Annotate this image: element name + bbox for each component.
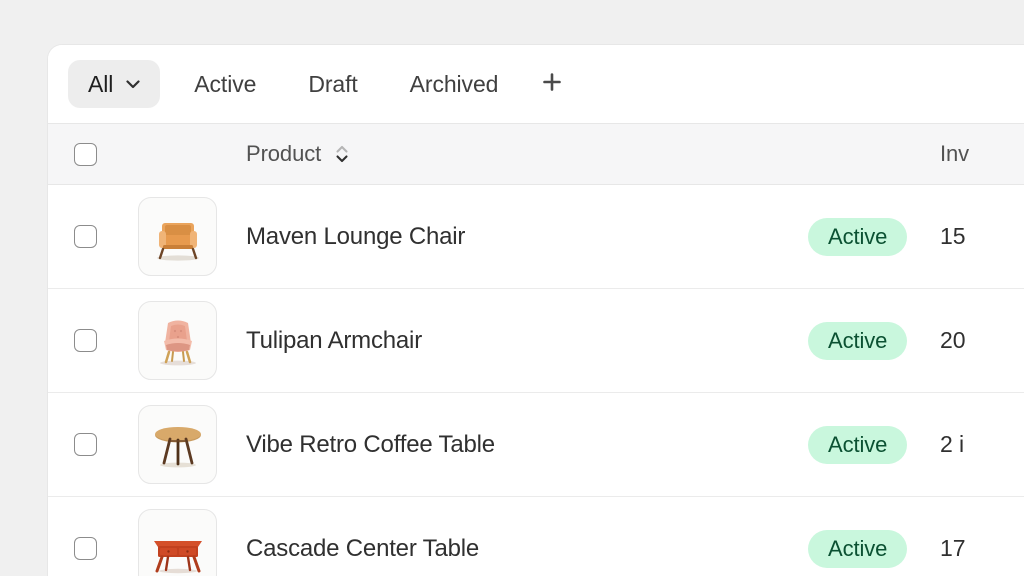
select-all-checkbox[interactable] — [74, 142, 97, 166]
row-thumbnail-cell — [136, 301, 239, 380]
row-checkbox[interactable] — [74, 537, 97, 560]
table-header-row: Product Inv — [48, 123, 1024, 185]
table-row[interactable]: Maven Lounge Chair Active 15 — [48, 185, 1024, 289]
column-header-product-label: Product — [246, 141, 322, 166]
armchair-pink-thumbnail — [138, 301, 217, 380]
plus-icon — [540, 70, 564, 99]
table-row[interactable]: Vibe Retro Coffee Table Active 2 i — [48, 393, 1024, 497]
inventory-value: 2 i — [940, 431, 964, 457]
row-name-cell: Cascade Center Table — [239, 535, 808, 563]
tab-active[interactable]: Active — [176, 60, 274, 108]
product-name: Maven Lounge Chair — [246, 222, 466, 250]
row-select-cell — [48, 329, 136, 352]
chevron-down-icon — [123, 74, 143, 94]
tab-draft[interactable]: Draft — [290, 60, 375, 108]
round-wood-table-thumbnail — [138, 405, 217, 484]
product-name: Cascade Center Table — [246, 534, 480, 562]
status-badge: Active — [808, 425, 908, 464]
status-badge: Active — [808, 529, 908, 568]
row-checkbox[interactable] — [74, 433, 97, 456]
table-row[interactable]: Cascade Center Table Active 17 — [48, 497, 1024, 576]
row-select-cell — [48, 537, 136, 560]
tab-archived-label: Archived — [409, 70, 499, 97]
row-thumbnail-cell — [136, 197, 239, 276]
row-checkbox[interactable] — [74, 329, 97, 352]
column-header-inventory[interactable]: Inv — [940, 141, 969, 166]
tab-archived[interactable]: Archived — [392, 60, 517, 108]
row-checkbox[interactable] — [74, 225, 97, 248]
row-thumbnail-cell — [136, 405, 239, 484]
row-status-cell: Active — [808, 217, 928, 256]
status-badge: Active — [808, 321, 908, 360]
row-name-cell: Vibe Retro Coffee Table — [239, 431, 808, 459]
status-badge: Active — [808, 217, 908, 256]
select-all-cell — [48, 142, 136, 166]
tab-draft-label: Draft — [308, 70, 358, 97]
tab-active-label: Active — [194, 70, 257, 97]
products-table: Product Inv Maven Lounge Chair Active 15… — [48, 123, 1024, 576]
row-inventory-cell: 20 — [928, 327, 1024, 354]
table-row[interactable]: Tulipan Armchair Active 20 — [48, 289, 1024, 393]
header-product-cell: Product — [239, 141, 808, 167]
app-root: All Active Draft Archived Product Inv Ma… — [0, 0, 1024, 576]
products-card: All Active Draft Archived Product Inv Ma… — [48, 45, 1024, 576]
row-inventory-cell: 17 — [928, 535, 1024, 562]
inventory-value: 17 — [940, 535, 966, 561]
inventory-value: 15 — [940, 223, 966, 249]
inventory-value: 20 — [940, 327, 966, 353]
tab-all-label: All — [88, 70, 114, 97]
red-console-table-thumbnail — [138, 509, 217, 576]
row-thumbnail-cell — [136, 509, 239, 576]
tab-all[interactable]: All — [68, 60, 161, 108]
product-name: Vibe Retro Coffee Table — [246, 430, 495, 458]
row-status-cell: Active — [808, 529, 928, 568]
header-inventory-cell: Inv — [928, 141, 1024, 167]
row-select-cell — [48, 225, 136, 248]
sofa-tan-thumbnail — [138, 197, 217, 276]
product-name: Tulipan Armchair — [246, 326, 422, 354]
row-inventory-cell: 2 i — [928, 431, 1024, 458]
row-name-cell: Tulipan Armchair — [239, 327, 808, 355]
row-name-cell: Maven Lounge Chair — [239, 223, 808, 251]
row-select-cell — [48, 433, 136, 456]
column-header-product[interactable]: Product — [246, 141, 808, 167]
row-status-cell: Active — [808, 425, 928, 464]
add-tab-button[interactable] — [530, 62, 574, 106]
row-inventory-cell: 15 — [928, 223, 1024, 250]
row-status-cell: Active — [808, 321, 928, 360]
view-tabs: All Active Draft Archived — [48, 45, 1024, 123]
sort-icon — [333, 142, 351, 166]
